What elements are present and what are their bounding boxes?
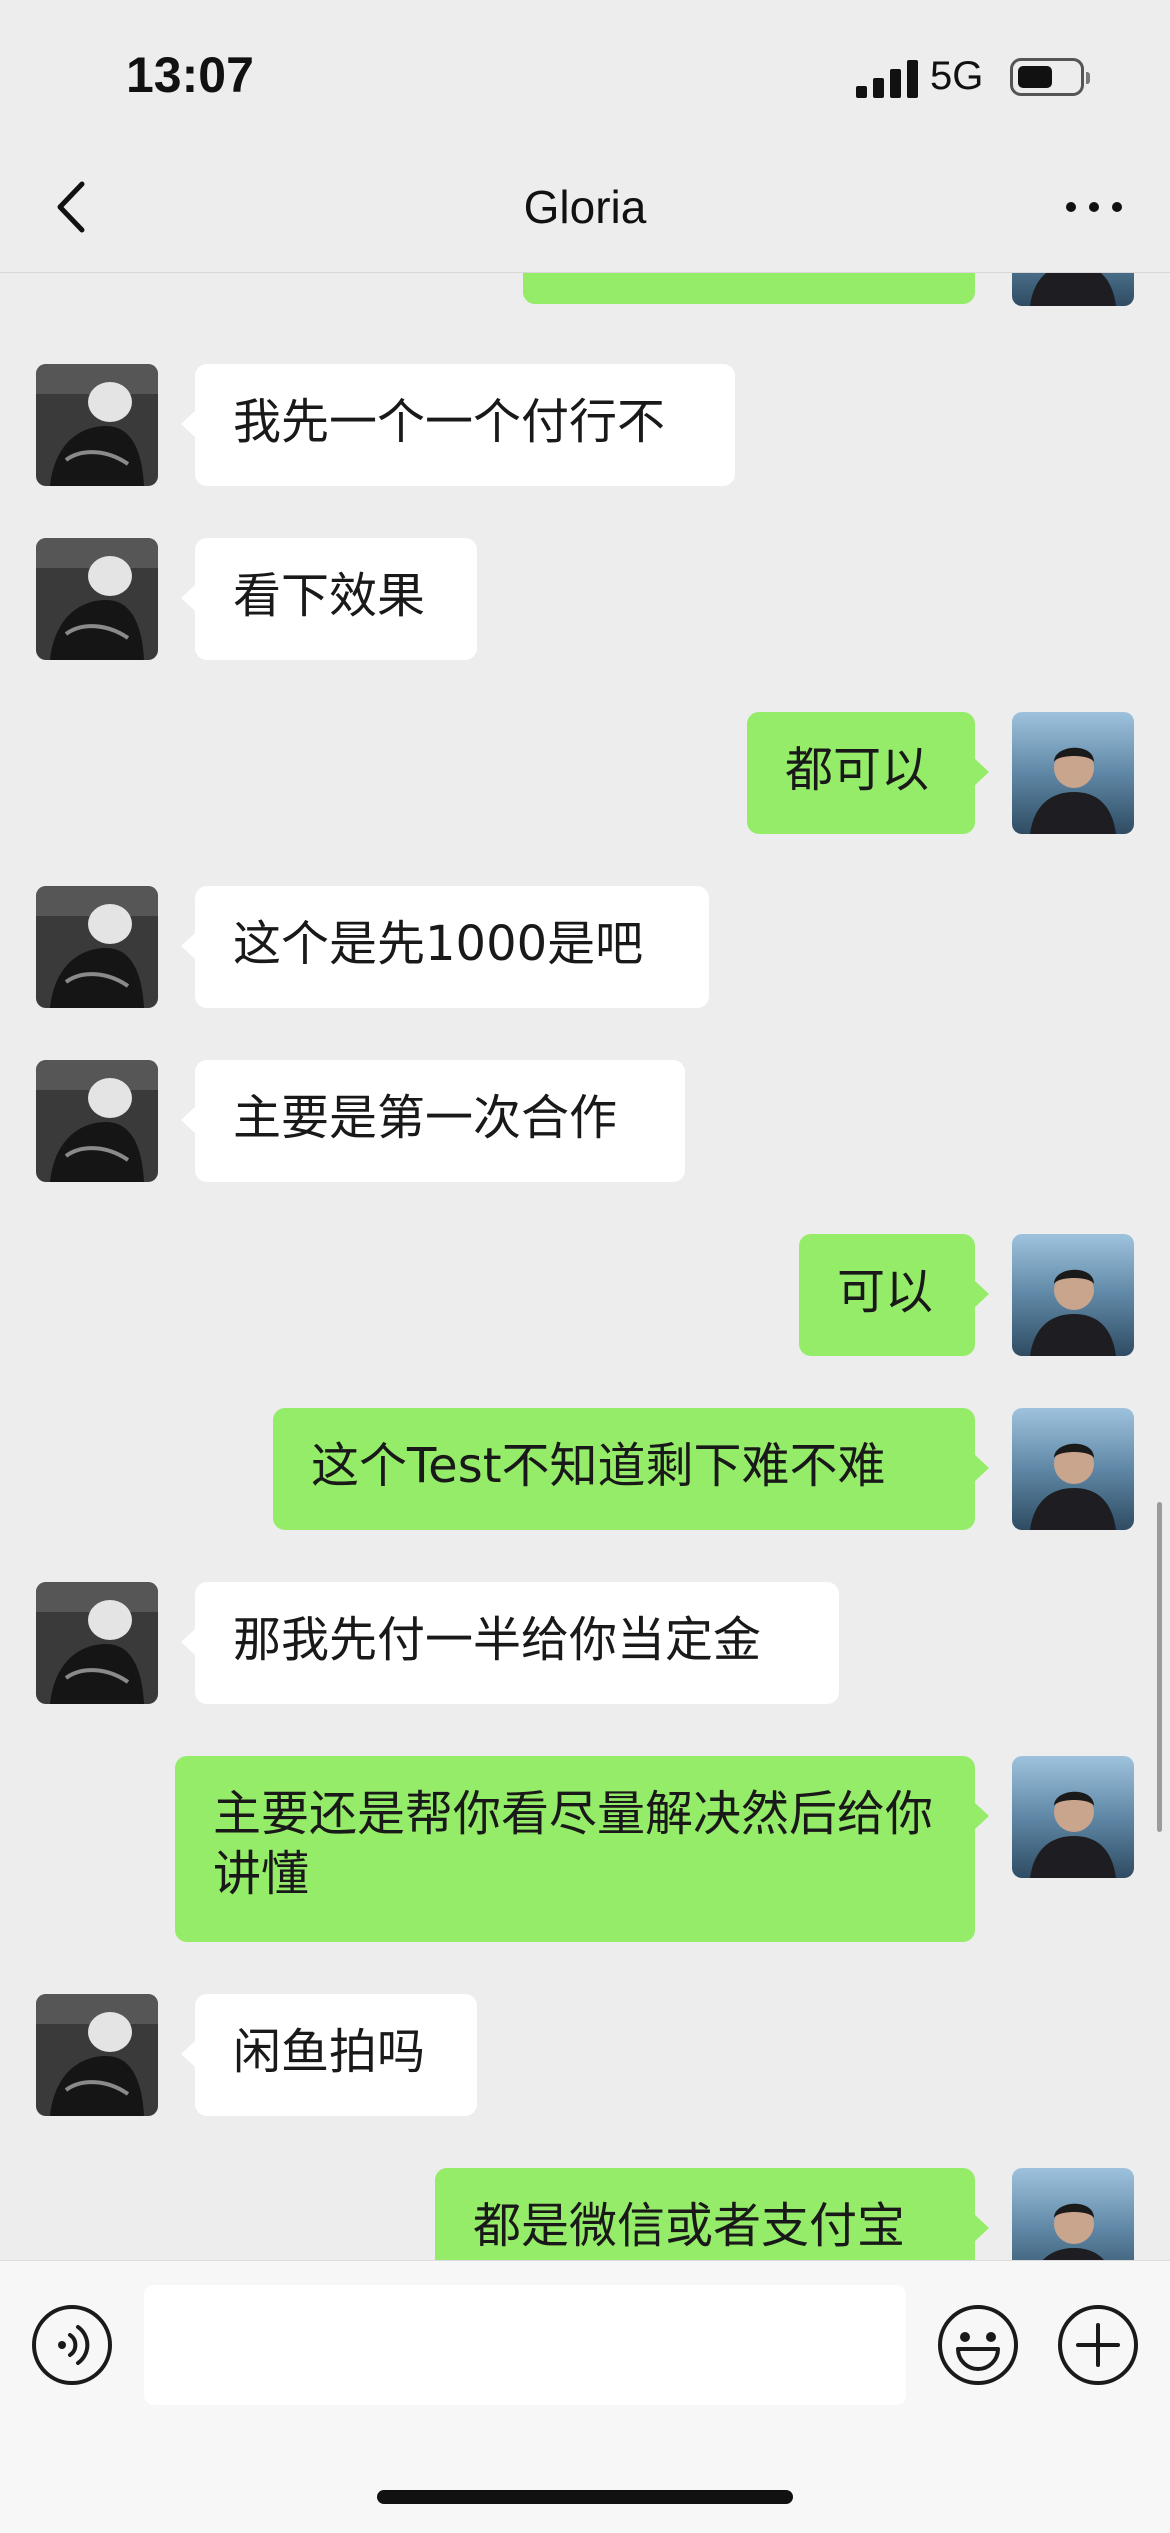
- network-type: 5G: [930, 54, 984, 98]
- scrollbar[interactable]: [1157, 1502, 1162, 1832]
- plus-icon: [1058, 2305, 1138, 2385]
- emoji-button[interactable]: [936, 2303, 1020, 2387]
- chat-title: Gloria: [523, 181, 647, 233]
- home-indicator[interactable]: [377, 2490, 793, 2504]
- message-bubble[interactable]: 可以: [799, 1234, 989, 1356]
- chat-header: Gloria: [0, 140, 1170, 273]
- emoji-icon: [938, 2305, 1018, 2385]
- avatar-contact[interactable]: [36, 1994, 158, 2116]
- message-bubble[interactable]: 都是微信或者支付宝: [435, 2168, 989, 2260]
- message-list[interactable]: 我先一个一个付行不 看下效果 都可以 这个是先1000是吧 主要是第一次合作 可…: [0, 272, 1170, 2260]
- status-bar: 13:07 5G: [0, 0, 1170, 140]
- avatar-contact[interactable]: [36, 364, 158, 486]
- avatar-contact[interactable]: [36, 538, 158, 660]
- avatar-self[interactable]: [1012, 712, 1134, 834]
- avatar-self[interactable]: [1012, 1756, 1134, 1878]
- avatar-self[interactable]: [1012, 2168, 1134, 2260]
- message-bubble[interactable]: 这个Test不知道剩下难不难: [273, 1408, 989, 1530]
- avatar-contact[interactable]: [36, 1582, 158, 1704]
- message-input[interactable]: [144, 2285, 906, 2405]
- avatar-contact[interactable]: [36, 886, 158, 1008]
- more-actions-button[interactable]: [1056, 2303, 1140, 2387]
- battery-icon: [1010, 58, 1090, 96]
- voice-button[interactable]: [30, 2303, 114, 2387]
- input-bar: [0, 2260, 1170, 2533]
- message-bubble[interactable]: 看下效果: [181, 538, 477, 660]
- message-bubble[interactable]: 闲鱼拍吗: [181, 1994, 477, 2116]
- message-bubble[interactable]: 我先一个一个付行不: [181, 364, 735, 486]
- avatar-self[interactable]: [1012, 272, 1134, 306]
- signal-bars-icon: [856, 58, 918, 98]
- message-bubble[interactable]: 这个是先1000是吧: [181, 886, 709, 1008]
- message-bubble-partial[interactable]: [523, 272, 975, 304]
- voice-icon: [32, 2305, 112, 2385]
- avatar-self[interactable]: [1012, 1234, 1134, 1356]
- message-bubble[interactable]: 主要是第一次合作: [181, 1060, 685, 1182]
- status-time: 13:07: [126, 47, 254, 103]
- avatar-contact[interactable]: [36, 1060, 158, 1182]
- message-bubble[interactable]: 都可以: [747, 712, 989, 834]
- more-button[interactable]: [1064, 192, 1124, 220]
- avatar-self[interactable]: [1012, 1408, 1134, 1530]
- message-bubble[interactable]: 主要还是帮你看尽量解决然后给你讲懂: [175, 1756, 989, 1942]
- message-bubble[interactable]: 那我先付一半给你当定金: [181, 1582, 839, 1704]
